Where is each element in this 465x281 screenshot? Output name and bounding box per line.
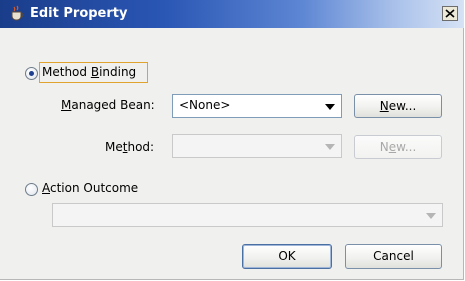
edit-property-dialog: Edit Property Method Binding Managed Bea… xyxy=(0,0,464,280)
close-button[interactable] xyxy=(442,6,458,21)
close-icon xyxy=(445,9,455,18)
coffee-cup-icon xyxy=(8,5,26,23)
title-bar[interactable]: Edit Property xyxy=(0,0,464,28)
chevron-down-icon xyxy=(325,104,335,110)
chevron-down-icon xyxy=(426,213,436,219)
radio-selected-dot xyxy=(29,71,34,76)
managed-bean-value: <None> xyxy=(179,98,231,112)
chevron-down-icon xyxy=(325,144,335,150)
cancel-button[interactable]: Cancel xyxy=(345,244,442,269)
method-binding-radio[interactable] xyxy=(25,67,38,80)
managed-bean-new-button[interactable]: New... xyxy=(354,94,442,118)
managed-bean-label: Managed Bean: xyxy=(61,98,155,112)
action-outcome-label[interactable]: Action Outcome xyxy=(42,181,138,195)
method-binding-label[interactable]: Method Binding xyxy=(42,65,136,79)
action-outcome-select[interactable] xyxy=(52,203,443,227)
window-title: Edit Property xyxy=(30,6,128,21)
managed-bean-select[interactable]: <None> xyxy=(172,94,342,118)
method-select[interactable] xyxy=(172,134,342,158)
method-label: Method: xyxy=(105,140,155,154)
ok-button[interactable]: OK xyxy=(242,244,332,269)
method-new-button[interactable]: New... xyxy=(354,135,442,159)
action-outcome-radio[interactable] xyxy=(25,183,38,196)
